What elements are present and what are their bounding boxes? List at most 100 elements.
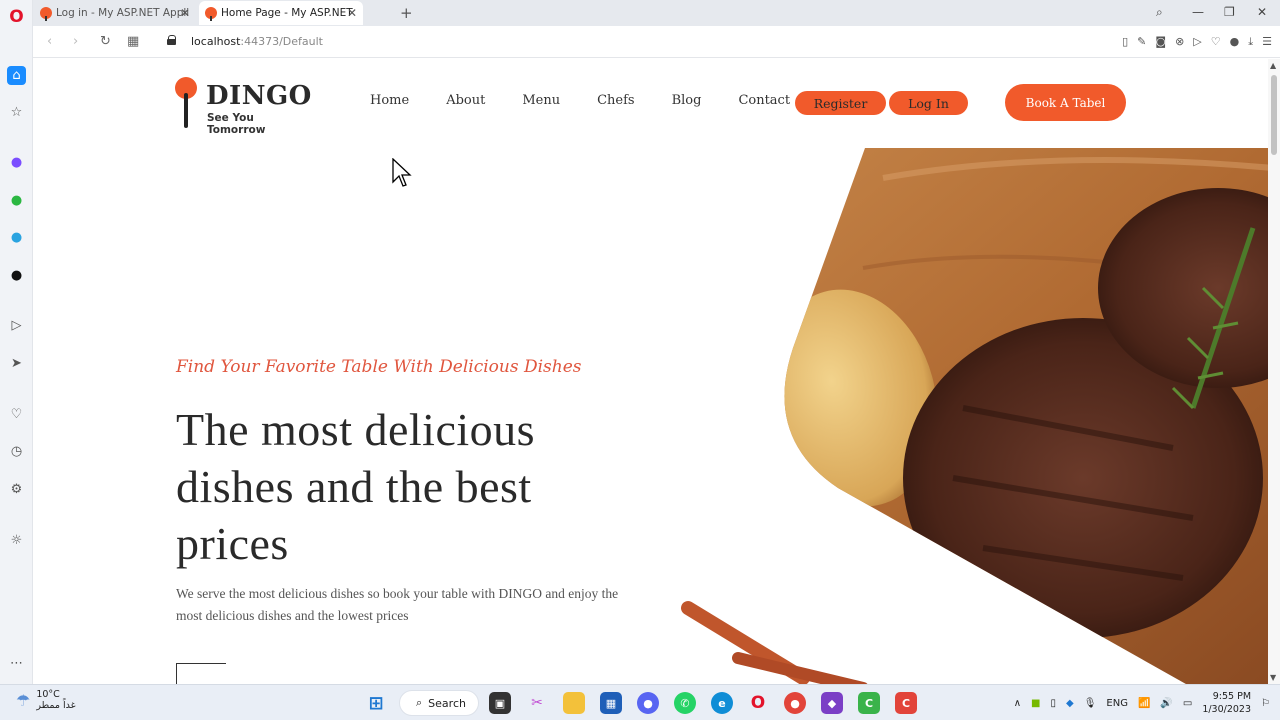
register-button[interactable]: Register [795,91,886,115]
edit-icon[interactable]: ✎ [1137,35,1146,49]
volume-icon[interactable]: 🔊 [1160,698,1172,709]
page-viewport: DINGO See You Tomorrow Home About Menu C… [33,59,1268,684]
windows-taskbar: ☂ 10°C غداً ممطر ⊞ ⌕ Search ▣ ✂ ▦ ● ✆ e … [0,684,1280,720]
nav-home[interactable]: Home [370,93,409,108]
close-tab-icon[interactable]: ✕ [180,6,190,20]
tab-bar: Log in - My ASP.NET Appli ✕ Home Page - … [33,0,1280,26]
page-scrollbar[interactable]: ▲ ▼ [1268,59,1280,684]
send-icon[interactable]: ➤ [7,354,26,373]
logo-fork-icon [184,93,188,128]
file-explorer-icon[interactable] [563,692,585,714]
hero-steak-image [681,148,1268,684]
book-table-button[interactable]: Book A Tabel [1005,84,1126,121]
opera-logo-icon[interactable]: O [7,7,26,27]
minimize-icon[interactable]: — [1192,5,1204,19]
close-window-icon[interactable]: ✕ [1257,5,1267,19]
easy-setup-icon[interactable]: ☰ [1262,35,1272,49]
hero-lead: We serve the most delicious dishes so bo… [176,586,619,623]
site-logo[interactable]: DINGO See You Tomorrow [174,77,314,136]
close-tab-icon[interactable]: ✕ [347,6,357,20]
bookmarks-icon[interactable]: ♡ [7,405,26,424]
back-icon[interactable]: ‹ [47,34,52,49]
language-indicator[interactable]: ENG [1106,698,1128,709]
hero-headline: The most delicious dishes and the best p… [176,404,536,569]
site-favicon-icon [205,7,217,21]
clock-time: 9:55 PM [1212,691,1252,702]
start-windows-icon[interactable]: ⊞ [365,692,387,714]
store-icon[interactable]: ▦ [600,692,622,714]
adblock-icon[interactable]: ⊗ [1175,35,1184,49]
hero-cta-button[interactable] [176,663,226,684]
chrome-icon[interactable]: ● [784,692,806,714]
weather-desc: غداً ممطر [36,700,76,711]
download-icon[interactable]: ⤓ [1248,35,1253,49]
search-label: Search [428,696,466,710]
camtasia-icon[interactable]: C [858,692,880,714]
search-icon: ⌕ [416,696,423,709]
reader-icon[interactable]: ▯ [1122,35,1128,49]
flow-send-icon[interactable]: ▷ [1193,35,1201,49]
scroll-thumb[interactable] [1271,75,1277,155]
tips-bulb-icon[interactable]: ☼ [7,531,26,550]
tab-login[interactable]: Log in - My ASP.NET Appli ✕ [34,1,196,25]
logo-name: DINGO [206,81,312,111]
restore-icon[interactable]: ❐ [1224,5,1235,19]
reload-icon[interactable]: ↻ [100,34,111,49]
whatsapp-app-icon[interactable]: ✆ [674,692,696,714]
weather-widget[interactable]: ☂ 10°C غداً ممطر [16,689,76,711]
discord-icon[interactable]: ● [637,692,659,714]
nvidia-icon[interactable]: ■ [1031,698,1040,709]
edge-icon[interactable]: e [711,692,733,714]
visual-studio-icon[interactable]: ◆ [821,692,843,714]
usb-icon[interactable]: ▯ [1050,698,1056,709]
workspace-icon[interactable]: ⌂ [7,66,26,85]
microphone-icon[interactable]: 🎙 [1084,698,1097,709]
tab-home[interactable]: Home Page - My ASP.NET ✕ [199,1,363,25]
login-button[interactable]: Log In [889,91,968,115]
tab-title: Log in - My ASP.NET Appli [56,7,190,19]
messenger-icon[interactable]: ● [7,153,26,172]
scroll-down-icon[interactable]: ▼ [1270,673,1276,682]
wifi-icon[interactable]: 📶 [1138,698,1150,709]
nav-menu[interactable]: Menu [522,93,560,108]
clock-date: 1/30/2023 [1202,704,1252,715]
new-tab-plus-icon[interactable]: + [400,4,413,22]
telegram-icon[interactable]: ● [7,228,26,247]
whatsapp-icon[interactable]: ● [7,191,26,210]
forward-icon[interactable]: › [73,34,78,49]
lock-icon[interactable] [167,35,176,45]
snapshot-camera-icon[interactable]: ◙ [1155,35,1166,49]
speed-dial-icon[interactable]: ☆ [7,103,26,122]
scroll-up-icon[interactable]: ▲ [1270,61,1276,70]
logo-tagline: See You Tomorrow [207,112,266,136]
tray-overflow-icon[interactable]: ∧ [1014,698,1021,709]
history-icon[interactable]: ◷ [7,442,26,461]
snipping-tool-icon[interactable]: ✂ [526,692,548,714]
recorder-icon[interactable]: C [895,692,917,714]
task-view-icon[interactable]: ▣ [489,692,511,714]
battery-icon[interactable]: ▭ [1183,698,1192,709]
settings-gear-icon[interactable]: ⚙ [7,480,26,499]
notification-icon[interactable]: ⚐ [1261,698,1270,709]
favorite-heart-icon[interactable]: ♡ [1211,35,1221,49]
taskbar-search[interactable]: ⌕ Search [399,690,479,716]
nav-blog[interactable]: Blog [672,93,702,108]
more-dots-icon[interactable]: ⋯ [7,654,26,673]
nav-contact[interactable]: Contact [738,93,790,108]
security-shield-icon[interactable]: ◆ [1066,698,1074,709]
clock[interactable]: 9:55 PM 1/30/2023 [1202,690,1251,716]
player-icon[interactable]: ▷ [7,316,26,335]
url-field[interactable]: localhost:44373/Default [191,35,323,48]
tab-search-icon[interactable]: ⌕ [1156,5,1163,20]
nav-about[interactable]: About [446,93,485,108]
tabs-grid-icon[interactable]: ▦ [127,34,139,49]
tiktok-icon[interactable]: ● [7,266,26,285]
site-favicon-icon [40,7,52,21]
opera-app-icon[interactable]: O [747,692,769,714]
weather-rain-icon: ☂ [16,690,31,710]
url-path: :44373/Default [240,35,323,48]
hero-eyebrow: Find Your Favorite Table With Delicious … [176,357,582,377]
profile-avatar-icon[interactable]: ● [1230,35,1240,49]
nav-chefs[interactable]: Chefs [597,93,635,108]
weather-temp: 10°C [36,689,60,700]
